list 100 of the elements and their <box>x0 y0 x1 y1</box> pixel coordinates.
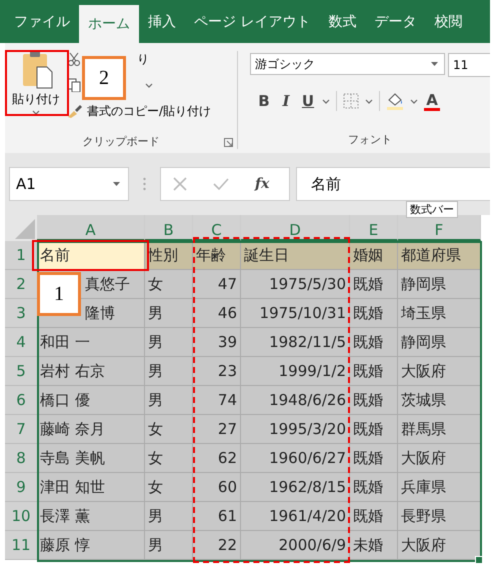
table-cell: 女 <box>145 415 193 444</box>
row-header[interactable]: 2 <box>5 270 37 299</box>
table-cell: 62 <box>193 444 241 473</box>
font-name-field[interactable]: 游ゴシック <box>250 53 445 75</box>
row-header[interactable]: 11 <box>5 531 37 560</box>
column-header[interactable]: B <box>145 215 193 241</box>
column-header[interactable]: D <box>241 215 350 241</box>
formula-field[interactable]: 名前 <box>296 167 490 201</box>
fill-bucket-icon <box>386 92 404 110</box>
grip-icon <box>143 177 146 191</box>
font-color-button[interactable]: A <box>424 92 440 110</box>
underline-button[interactable]: U <box>300 92 316 110</box>
table-cell: 既婚 <box>350 502 398 531</box>
column-header[interactable]: C <box>193 215 241 241</box>
column-header[interactable]: A <box>37 215 145 241</box>
dropdown-icon <box>431 62 438 66</box>
row-header[interactable]: 8 <box>5 444 37 473</box>
table-cell: 1995/3/20 <box>241 415 350 444</box>
table-cell: 2000/6/9 <box>241 531 350 560</box>
name-box[interactable]: A1 <box>9 167 129 201</box>
table-cell: 1961/4/20 <box>241 502 350 531</box>
table-cell: 1975/10/31 <box>241 299 350 328</box>
table-cell: 男 <box>145 328 193 357</box>
row-header[interactable]: 6 <box>5 386 37 415</box>
cancel-icon <box>173 177 187 191</box>
ribbon-tab[interactable]: データ <box>365 0 426 43</box>
table-cell: 誕生日 <box>241 241 350 270</box>
row-header[interactable]: 4 <box>5 328 37 357</box>
table-cell: 46 <box>193 299 241 328</box>
row-header[interactable]: 9 <box>5 473 37 502</box>
table-cell: 74 <box>193 386 241 415</box>
table-cell: 男 <box>145 299 193 328</box>
ribbon-tab[interactable]: ページ レイアウト <box>185 0 320 43</box>
table-cell: 22 <box>193 531 241 560</box>
table-cell: 男 <box>145 386 193 415</box>
fill-handle[interactable] <box>475 556 483 564</box>
table-cell: 27 <box>193 415 241 444</box>
dialog-launcher-icon <box>224 138 233 147</box>
bold-button[interactable]: B <box>256 92 272 110</box>
row-header[interactable]: 5 <box>5 357 37 386</box>
table-cell: 既婚 <box>350 386 398 415</box>
table-cell: 23 <box>193 357 241 386</box>
table-cell: 女 <box>145 444 193 473</box>
row-header[interactable]: 10 <box>5 502 37 531</box>
table-cell: 既婚 <box>350 357 398 386</box>
caret-icon <box>32 110 40 115</box>
insert-function-button[interactable]: fx <box>255 176 270 192</box>
table-cell: 未婚 <box>350 531 398 560</box>
cut-icon[interactable] <box>67 52 81 66</box>
table-cell: 津田 知世 <box>37 473 145 502</box>
paste-button[interactable]: 貼り付け <box>5 43 67 129</box>
table-cell: 年齢 <box>193 241 241 270</box>
table-cell: 藤原 惇 <box>37 531 145 560</box>
table-cell: 兵庫県 <box>398 473 481 502</box>
table-cell: 1962/8/15 <box>241 473 350 502</box>
table-cell: 既婚 <box>350 444 398 473</box>
table-cell: 39 <box>193 328 241 357</box>
table-cell: 大阪府 <box>398 531 481 560</box>
row-header[interactable]: 7 <box>5 415 37 444</box>
copy-icon[interactable] <box>67 78 81 92</box>
column-header[interactable]: E <box>350 215 398 241</box>
table-cell: 61 <box>193 502 241 531</box>
table-cell: 橋口 優 <box>37 386 145 415</box>
table-cell: 1982/11/5 <box>241 328 350 357</box>
table-cell: 長澤 薫 <box>37 502 145 531</box>
table-cell: 婚姻 <box>350 241 398 270</box>
table-cell: 1960/6/27 <box>241 444 350 473</box>
row-header[interactable]: 1 <box>5 241 37 270</box>
row-header[interactable]: 3 <box>5 299 37 328</box>
cut-label[interactable]: り <box>137 50 149 68</box>
table-cell: 和田 一 <box>37 328 145 357</box>
brush-icon <box>67 104 83 118</box>
table-cell: 茨城県 <box>398 386 481 415</box>
table-cell: 寺島 美帆 <box>37 444 145 473</box>
table-cell: 女 <box>145 473 193 502</box>
ribbon-tab[interactable]: 挿入 <box>139 0 185 43</box>
table-cell: 岩村 右京 <box>37 357 145 386</box>
table-cell: 男 <box>145 502 193 531</box>
table-cell: 女 <box>145 270 193 299</box>
table-cell: 60 <box>193 473 241 502</box>
ribbon-tab[interactable]: 数式 <box>319 0 366 43</box>
table-cell: 1999/1/2 <box>241 357 350 386</box>
format-painter-button[interactable]: 書式のコピー/貼り付け <box>67 101 212 121</box>
caret-icon <box>145 82 153 88</box>
caret-icon <box>322 98 330 104</box>
callout-label: 1 <box>37 272 81 316</box>
borders-icon <box>343 93 359 109</box>
highlight-frame <box>5 50 69 116</box>
table-cell: 既婚 <box>350 415 398 444</box>
ribbon-tab[interactable]: ファイル <box>5 0 79 43</box>
table-cell: 47 <box>193 270 241 299</box>
table-cell: 既婚 <box>350 270 398 299</box>
table-cell: 男 <box>145 357 193 386</box>
font-size-field[interactable]: 11 <box>448 53 490 77</box>
italic-button[interactable]: I <box>278 92 294 110</box>
table-cell: 藤崎 奈月 <box>37 415 145 444</box>
column-header[interactable]: F <box>398 215 481 241</box>
caret-icon <box>365 98 373 104</box>
ribbon-tab[interactable]: 校閲 <box>425 0 472 43</box>
ribbon-tab[interactable]: ホーム <box>79 5 139 43</box>
